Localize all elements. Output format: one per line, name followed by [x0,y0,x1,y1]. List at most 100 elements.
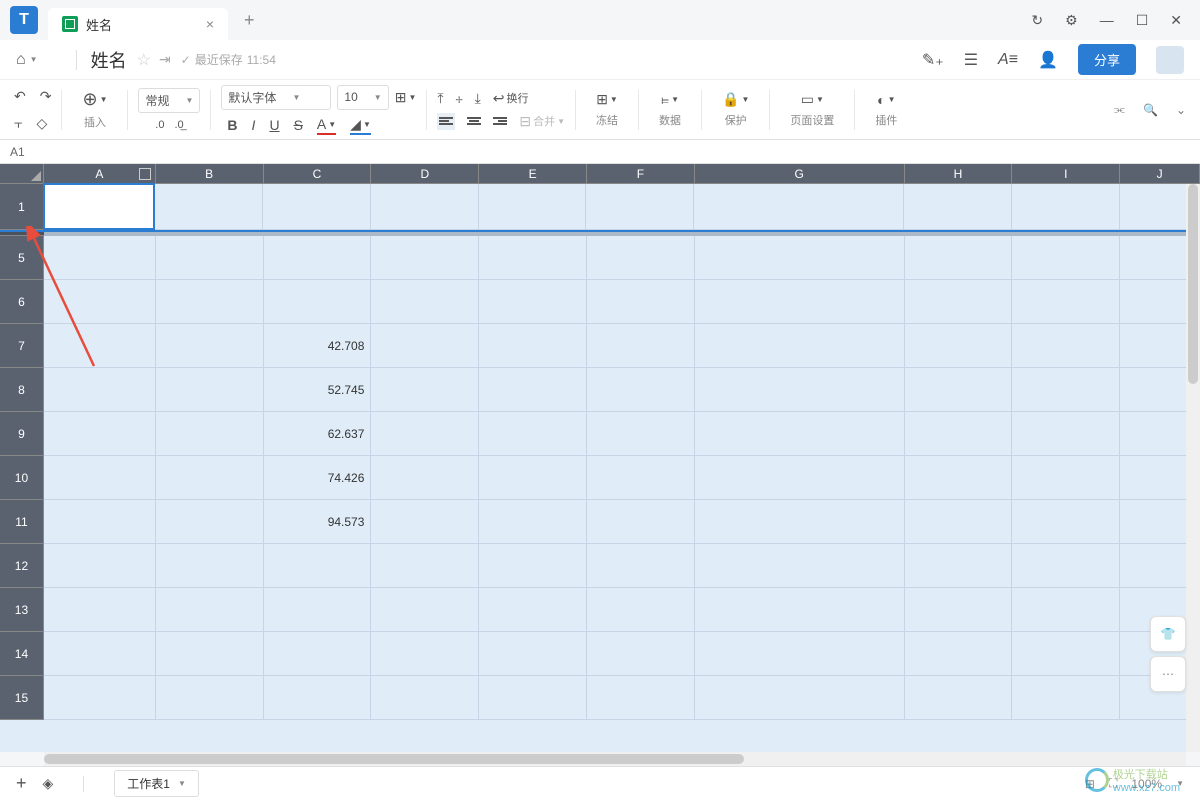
document-tab[interactable]: 姓名 × [48,8,228,40]
row-header-11[interactable]: 11 [0,500,44,544]
row-header-6[interactable]: 6 [0,280,44,324]
column-header-j[interactable]: J [1120,164,1200,184]
save-status: ✓ 最近保存 11:54 [181,51,276,68]
maximize-button[interactable]: ☐ [1136,12,1149,29]
add-sheet-button[interactable]: + [16,773,27,794]
column-header-c[interactable]: C [264,164,372,184]
cell-c7[interactable]: 42.708 [264,324,372,368]
merge-button[interactable]: ⊟ 合并 ▼ [519,113,565,130]
align-center-button[interactable] [467,113,481,130]
bold-button[interactable]: B [227,116,237,135]
note-add-icon[interactable]: ✎₊ [922,50,944,70]
titlebar: T 姓名 × + ↻ ⚙ — ☐ ✕ [0,0,1200,40]
row-header-9[interactable]: 9 [0,412,44,456]
insert-label: 插入 [84,114,106,130]
row-header-15[interactable]: 15 [0,676,44,720]
new-tab-button[interactable]: + [244,10,255,31]
decimal-decrease-button[interactable]: .0 [155,119,164,131]
chevron-down-icon[interactable]: ⌄ [1176,103,1186,117]
decimal-increase-button[interactable]: .0̲ [174,119,183,131]
home-icon[interactable]: ⌂ [16,51,26,69]
share-button[interactable]: 分享 [1078,44,1136,75]
row-header-1[interactable]: 1 [0,184,44,230]
font-size-select[interactable]: 10▼ [337,85,388,110]
more-button[interactable]: ⋯ [1150,656,1186,692]
row-header-14[interactable]: 14 [0,632,44,676]
column-header-b[interactable]: B [156,164,264,184]
freeze-button[interactable]: ⊞ ▼ [596,91,618,108]
close-window-button[interactable]: ✕ [1170,12,1182,29]
clear-format-button[interactable]: ◇ [36,115,47,132]
row-header-8[interactable]: 8 [0,368,44,412]
undo-button[interactable]: ↶ [14,88,26,105]
search-icon[interactable]: 🔍 [1143,103,1158,117]
plugin-button[interactable]: ◐ ▼ [877,92,895,108]
font-family-select[interactable]: 默认字体▼ [221,85,331,110]
page-setup-button[interactable]: ▭ ▼ [801,91,824,108]
row-header-13[interactable]: 13 [0,588,44,632]
valign-bottom-button[interactable]: ⤓ [475,90,481,107]
number-format-select[interactable]: 常规▼ [138,88,200,113]
cell-reference[interactable]: A1 [0,140,1200,164]
row-header-5[interactable]: 5 [0,236,44,280]
theme-button[interactable]: 👕 [1150,616,1186,652]
toolbar: ↶ ↷ ⫟ ◇ ⊕ ▼ 插入 常规▼ .0 .0̲ 默认字体▼ 10▼ ⊞ ▼ … [0,80,1200,140]
font-color-button[interactable]: A ▼ [317,116,336,135]
separator [76,50,77,70]
sync-icon[interactable]: ↻ [1031,12,1043,29]
data-button[interactable]: ⫢ ▼ [661,91,679,108]
statusbar: + ◈ 工作表1▼ ⊞ ⛶ 100% ▼ 极光下载站www.xz7.com [0,766,1200,800]
align-right-button[interactable] [493,113,507,130]
align-left-button[interactable] [437,113,455,130]
italic-button[interactable]: I [252,116,256,135]
cell-a1[interactable] [43,183,155,230]
sheet-list-button[interactable]: ◈ [43,775,54,792]
saved-time: 11:54 [247,53,276,67]
text-format-icon[interactable]: A≡ [998,51,1018,69]
collaborator-icon[interactable]: 👤 [1038,50,1058,70]
column-header-f[interactable]: F [587,164,695,184]
row-header-10[interactable]: 10 [0,456,44,500]
settings-icon[interactable]: ⚙ [1065,12,1078,29]
sheets-icon [62,16,78,32]
home-dropdown-icon[interactable]: ▼ [30,55,38,64]
strike-button[interactable]: S [294,116,303,135]
border-button[interactable]: ⊞ ▼ [395,85,417,110]
row-header-12[interactable]: 12 [0,544,44,588]
insert-button[interactable]: ⊕ ▼ [82,89,107,110]
row-header-7[interactable]: 7 [0,324,44,368]
spreadsheet-grid[interactable]: A B C D E F G H I J 1 5 6 7 42.708 8 52.74… [0,164,1200,752]
valign-middle-button[interactable]: ⧾ [456,90,463,107]
star-icon[interactable]: ☆ [137,50,151,70]
tab-title: 姓名 [86,15,198,34]
column-header-d[interactable]: D [371,164,479,184]
wrap-button[interactable]: ↩ 换行 [493,90,529,107]
user-avatar[interactable] [1156,46,1184,74]
cell-c11[interactable]: 94.573 [264,500,372,544]
link-icon[interactable]: ⫘ [1114,102,1125,117]
cell-c10[interactable]: 74.426 [264,456,372,500]
protect-button[interactable]: 🔒 ▼ [722,91,749,108]
saved-prefix: 最近保存 [195,51,243,68]
column-header-h[interactable]: H [905,164,1013,184]
vertical-scrollbar[interactable] [1186,184,1200,752]
underline-button[interactable]: U [269,116,279,135]
list-icon[interactable]: ☰ [964,50,978,70]
minimize-button[interactable]: — [1100,12,1114,29]
column-header-a[interactable]: A [44,164,156,184]
close-tab-icon[interactable]: × [206,16,214,32]
cell-c8[interactable]: 52.745 [264,368,372,412]
fill-color-button[interactable]: ◢ ▼ [350,116,371,135]
redo-button[interactable]: ↷ [40,88,52,105]
column-header-g[interactable]: G [695,164,905,184]
sheet-tab[interactable]: 工作表1▼ [114,770,199,797]
cell-c9[interactable]: 62.637 [264,412,372,456]
column-header-i[interactable]: I [1012,164,1120,184]
valign-top-button[interactable]: ⤒ [437,90,443,107]
format-painter-button[interactable]: ⫟ [14,115,22,132]
document-title[interactable]: 姓名 [91,47,127,73]
horizontal-scrollbar[interactable] [44,752,1186,766]
column-header-e[interactable]: E [479,164,587,184]
select-all-corner[interactable] [0,164,44,184]
folder-icon[interactable]: ⇥ [159,51,171,68]
